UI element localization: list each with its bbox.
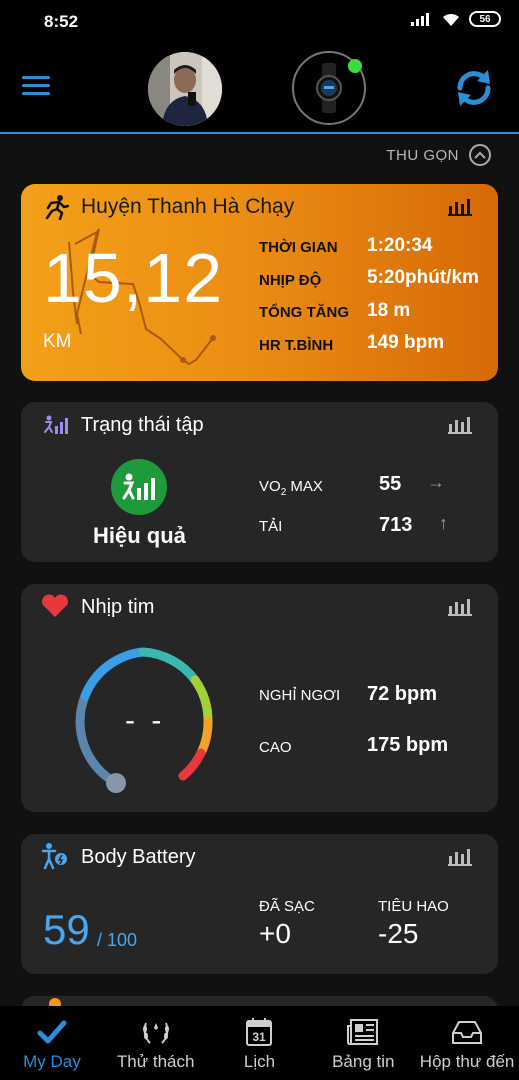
stat-label-avg-hr: HR T.BÌNH [259,337,334,354]
nav-newsfeed[interactable]: Bảng tin [311,1006,415,1080]
stat-label-time: THỜI GIAN [259,239,338,256]
calendar-icon: 31 [243,1016,275,1048]
stat-label-pace: NHỊP ĐỘ [259,272,322,289]
watch-icon[interactable] [292,51,366,125]
wifi-icon [443,13,459,26]
nav-label-inbox: Hộp thư đến [419,1052,515,1071]
newsfeed-icon [347,1016,379,1048]
status-time: 8:52 [44,12,79,31]
trend-up-icon: ↑ [439,513,448,533]
avatar-photo [148,52,222,126]
drained-label: TIÊU HAO [378,898,449,915]
activity-title: Huyện Thanh Hà Chạy [81,195,295,218]
nav-label-newsfeed: Bảng tin [332,1052,395,1071]
sync-icon[interactable] [452,66,496,110]
high-hr-label: CAO [259,739,292,756]
heart-title: Nhịp tim [81,596,155,618]
collapse-toggle[interactable]: THU GỌN [386,144,491,166]
bar-chart-icon[interactable] [448,848,472,866]
nav-label-challenges: Thử thách [116,1052,195,1071]
nav-calendar[interactable]: 31 Lịch [208,1006,312,1080]
nav-label-my-day: My Day [23,1052,81,1071]
heart-rate-card[interactable]: Nhịp tim - - NGHỈ NGƠI 72 bpm CAO 175 bp… [21,584,498,812]
hamburger-menu-icon[interactable] [22,76,50,98]
stat-value-time: 1:20:34 [367,235,433,256]
body-battery-icon [41,843,67,870]
drained-value: -25 [378,918,419,949]
resting-hr-label: NGHỈ NGƠI [259,687,341,704]
connection-status-dot [348,59,362,73]
status-icons: 56 [411,11,501,27]
body-battery-value: 59 [43,906,90,953]
bar-chart-icon[interactable] [448,198,472,216]
training-status-badge [111,459,167,515]
nav-inbox[interactable]: Hộp thư đến [415,1006,519,1080]
productive-icon [122,473,155,500]
training-status-text: Hiệu quả [93,523,186,548]
body-battery-max: / 100 [97,930,138,950]
load-value: 713 [379,514,413,536]
stat-value-pace: 5:20phút/km [367,267,479,288]
training-title: Trạng thái tập [81,414,204,436]
stat-value-ascent: 18 m [367,300,411,321]
high-hr-value: 175 bpm [367,734,449,756]
status-bar: 8:52 56 [0,0,519,44]
charged-label: ĐÃ SẠC [259,898,315,915]
training-status-icon [44,415,68,434]
body-battery-title: Body Battery [81,846,196,868]
battery-indicator: 56 [469,11,501,27]
resting-hr-value: 72 bpm [367,683,438,705]
nav-label-calendar: Lịch [243,1052,276,1071]
bar-chart-icon[interactable] [448,598,472,616]
bar-chart-icon[interactable] [448,416,472,434]
user-avatar[interactable] [148,52,222,126]
charged-value: +0 [259,918,291,949]
inbox-icon [451,1016,483,1048]
app-header [0,44,519,134]
current-heart-rate: - - [125,704,166,737]
stat-value-avg-hr: 149 bpm [367,332,445,353]
load-label: TẢI [259,518,283,535]
bottom-navigation: My Day Thử thách 31 Lịch Bảng tin Hộp th… [0,1006,519,1080]
activity-distance: 15,12 [43,239,224,317]
collapse-label: THU GỌN [386,146,459,164]
distance-unit: KM [43,331,72,352]
vo2max-label: VO2 MAX [259,478,323,498]
vo2max-value: 55 [379,473,402,495]
nav-my-day[interactable]: My Day [0,1006,104,1080]
signal-icon [411,13,429,26]
calendar-day: 31 [253,1030,267,1044]
activity-card[interactable]: Huyện Thanh Hà Chạy 15,12 KM THỜI GIAN 1… [21,184,498,381]
running-icon [45,195,69,220]
stat-label-ascent: TỔNG TĂNG [259,304,349,321]
nav-challenges[interactable]: Thử thách [104,1006,208,1080]
training-status-card[interactable]: Trạng thái tập Hiệu quả VO2 MAX 55 → TẢI… [21,402,498,562]
chevron-up-icon [469,144,491,166]
trend-flat-icon: → [427,472,445,492]
body-battery-card[interactable]: Body Battery 59 / 100 ĐÃ SẠC +0 TIÊU HAO… [21,834,498,974]
checkmark-icon [36,1016,68,1048]
laurel-icon [140,1016,172,1048]
heart-icon [42,594,68,617]
